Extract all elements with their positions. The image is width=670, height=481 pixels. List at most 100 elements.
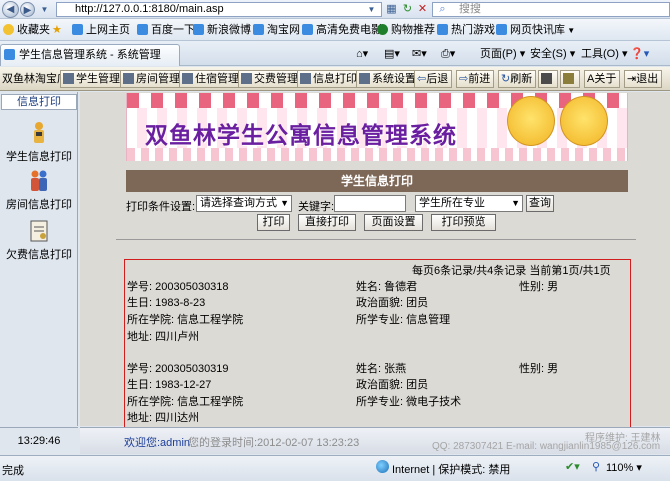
back-icon[interactable]: ◀ [2, 1, 19, 18]
page-menu[interactable]: 页面(P) ▾ [480, 47, 525, 61]
tool-button-1[interactable] [538, 70, 558, 88]
field-value: 团员 [406, 379, 429, 391]
section-title-bar: 学生信息打印 [126, 170, 628, 192]
tab-title: 学生信息管理系统 - 系统管理 [19, 49, 161, 61]
status-bar: 完成 Internet | 保护模式: 禁用 ✔▾ ⚲ 110% ▾ [0, 455, 670, 481]
sidebar-item-label: 学生信息打印 [6, 151, 72, 163]
tools-menu[interactable]: 工具(O) ▾ [581, 47, 627, 61]
help-icon[interactable]: ❓▾ [630, 47, 649, 61]
room-group-icon [31, 170, 47, 191]
query-button[interactable]: 查询 [526, 195, 554, 212]
refresh-icon[interactable]: ↻ [401, 3, 414, 16]
fav-link-2[interactable]: 百度一下 [137, 23, 195, 37]
system-settings-button[interactable]: 系统设置 [356, 70, 420, 88]
print-icon[interactable]: ⎙▾ [441, 47, 455, 61]
fav-link-7[interactable]: 热门游戏 [437, 23, 495, 37]
query-method-select[interactable]: 请选择查询方式 ▼ [196, 195, 292, 212]
field-value: 信息工程学院 [177, 396, 244, 408]
favorites-label: 收藏夹 [17, 24, 50, 36]
room-manage-button[interactable]: 房间管理 [120, 70, 184, 88]
favorites-button[interactable]: 收藏夹 [3, 23, 50, 37]
status-text: 完成 [2, 465, 24, 477]
btn-label: 后退 [426, 73, 449, 85]
calculator-icon [541, 73, 552, 84]
student-manage-button[interactable]: 学生管理 [60, 70, 124, 88]
student-birth: 生日: 1983-12-27 [127, 378, 211, 392]
add-favorite-icon[interactable]: ★ [52, 23, 66, 37]
lodging-manage-button[interactable]: 住宿管理 [179, 70, 243, 88]
page-menu-label: 页面(P) [480, 48, 517, 60]
fav-link-8[interactable]: 网页快讯库 ▼ [496, 23, 575, 37]
safety-menu[interactable]: 安全(S) ▾ [530, 47, 575, 61]
btn-label: 信息打印 [313, 73, 357, 85]
fav-link-3[interactable]: 新浪微博 [193, 23, 251, 37]
safety-menu-label: 安全(S) [530, 48, 567, 60]
tools-menu-label: 工具(O) [581, 48, 619, 60]
url-input[interactable]: http://127.0.0.1:8180/main.asp [56, 2, 382, 17]
exit-icon: ⇥ [627, 73, 637, 85]
arrow-right-icon: ⇨ [459, 73, 469, 85]
compat-view-icon[interactable]: ▦ [385, 3, 398, 16]
url-dropdown-icon[interactable]: ▼ [365, 3, 378, 16]
sidebar-item-arrears-print[interactable]: 欠费信息打印 [0, 219, 78, 262]
field-label: 地址: [127, 331, 153, 343]
fav-link-5[interactable]: 高清免费电影 [302, 23, 382, 37]
student-id: 学号: 200305030318 [127, 280, 229, 294]
protected-mode-icon[interactable]: ✔▾ [565, 460, 580, 473]
feeds-icon[interactable]: ▤▾ [384, 47, 400, 61]
shop-link[interactable]: 双鱼林淘宝店 [0, 71, 68, 87]
fee-manage-button[interactable]: 交费管理 [238, 70, 302, 88]
about-button[interactable]: A关于 [584, 70, 621, 88]
student-gender: 性别: 男 [519, 280, 558, 294]
student-address: 地址: 四川卢州 [127, 330, 199, 344]
btn-label: 交费管理 [254, 73, 298, 85]
ie-page-icon [253, 24, 264, 35]
info-print-button[interactable]: 信息打印 [297, 70, 361, 88]
field-value: 团员 [406, 297, 429, 309]
field-label: 政治面貌: [356, 297, 404, 309]
print-icon [300, 73, 311, 84]
field-value: 200305030319 [155, 363, 229, 375]
student-address: 地址: 四川达州 [127, 411, 199, 425]
mail-icon[interactable]: ✉▾ [412, 47, 427, 61]
fav-link-6[interactable]: 购物推荐 [377, 23, 435, 37]
btn-label: 关于 [594, 73, 617, 85]
zoom-level[interactable]: 110% ▾ [606, 461, 642, 474]
fav-link-1[interactable]: 上网主页 [72, 23, 130, 37]
exit-button[interactable]: ⇥退出 [624, 70, 663, 88]
page-setup-button[interactable]: 页面设置 [364, 214, 423, 231]
direct-print-button[interactable]: 直接打印 [298, 214, 356, 231]
browser-tab[interactable]: 学生信息管理系统 - 系统管理 [0, 44, 180, 66]
field-select[interactable]: 学生所在专业 ▼ [415, 195, 523, 212]
zoom-value: 110% [606, 462, 634, 474]
banner-title: 双鱼林学生公寓信息管理系统 [145, 122, 457, 149]
forward-button[interactable]: ⇨前进 [456, 70, 495, 88]
search-input[interactable]: 搜搜 [432, 2, 670, 17]
student-gender: 性别: 男 [519, 362, 558, 376]
sidebar-item-room-print[interactable]: 房间信息打印 [0, 169, 78, 212]
student-major: 所学专业: 微电子技术 [356, 395, 461, 409]
forward-icon[interactable]: ▶ [20, 2, 35, 17]
btn-label: 刷新 [510, 73, 533, 85]
fav-link-4[interactable]: 淘宝网 [253, 23, 300, 37]
ie-page-icon [193, 24, 204, 35]
sidebar-item-student-print[interactable]: 学生信息打印 [0, 121, 78, 164]
clock: 13:29:46 [0, 427, 78, 454]
print-button[interactable]: 打印 [257, 214, 290, 231]
keyword-input[interactable] [334, 195, 406, 212]
history-dropdown-icon[interactable]: ▼ [38, 3, 51, 16]
home-icon[interactable]: ⌂▾ [356, 47, 368, 61]
tool-button-2[interactable] [560, 70, 580, 88]
print-preview-button[interactable]: 打印预览 [431, 214, 496, 231]
field-label: 所在学院: [127, 396, 175, 408]
field-value: 200305030318 [155, 281, 229, 293]
back-button[interactable]: ⇦后退 [414, 70, 453, 88]
fav-label: 淘宝网 [267, 24, 300, 36]
settings-icon [359, 73, 370, 84]
refresh-button[interactable]: ↻刷新 [498, 70, 537, 88]
bear-mascot-right [560, 96, 608, 146]
stop-icon[interactable]: ✕ [416, 3, 429, 16]
notepad-icon [563, 73, 574, 84]
print-settings-label: 打印条件设置: [126, 201, 196, 213]
field-value: 男 [547, 281, 559, 293]
